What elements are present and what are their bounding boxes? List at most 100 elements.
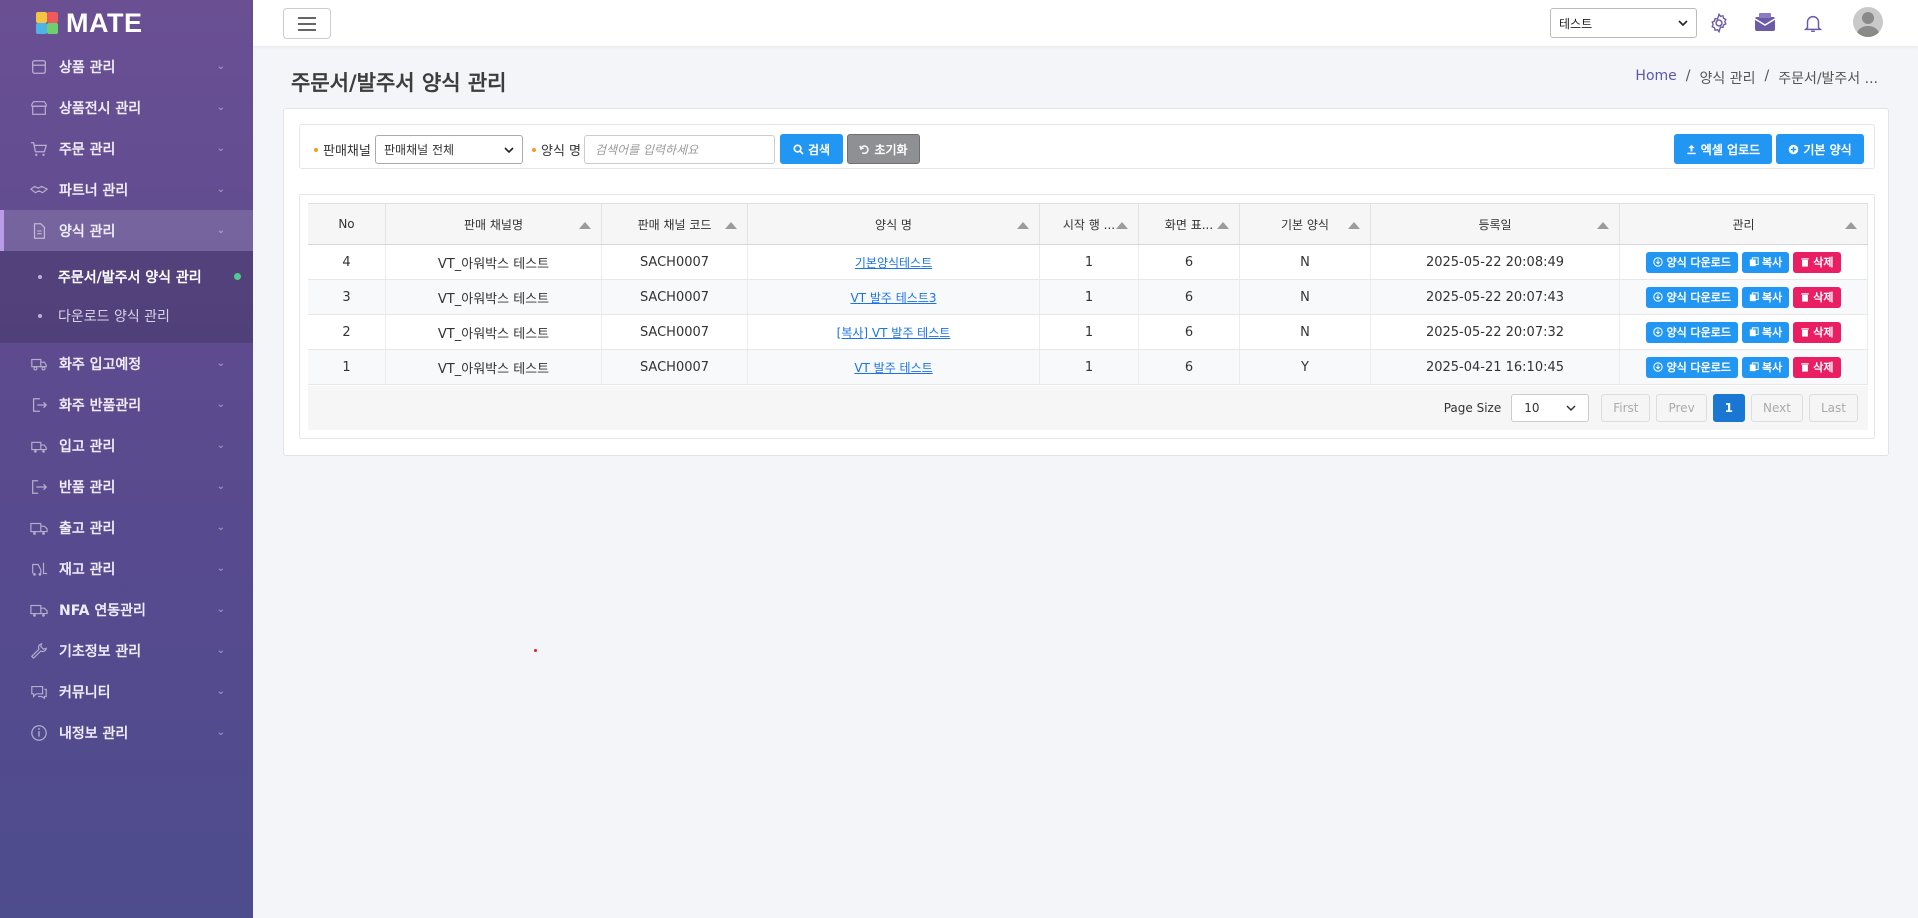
- breadcrumb-home[interactable]: Home: [1635, 68, 1676, 88]
- column-header-8[interactable]: 관리: [1620, 204, 1868, 244]
- default-form-button[interactable]: 기본 양식: [1776, 134, 1864, 164]
- logo-text: MATE: [66, 7, 143, 38]
- sidebar-item-6[interactable]: 화주 반품관리 ⌄: [0, 384, 253, 425]
- sidebar-item-0[interactable]: 상품 관리 ⌄: [0, 46, 253, 87]
- form-name-link[interactable]: 기본양식테스트: [855, 254, 932, 271]
- return-icon: [29, 395, 49, 415]
- download-circle-icon: [1653, 257, 1664, 267]
- sidebar-subitem-1[interactable]: 다운로드 양식 관리: [0, 296, 253, 335]
- trash-icon: [1801, 328, 1810, 337]
- page-size-select[interactable]: 10: [1511, 394, 1590, 422]
- download-form-button[interactable]: 양식 다운로드: [1646, 251, 1739, 273]
- company-select-value: 테스트: [1559, 16, 1593, 31]
- sidebar-item-12[interactable]: 기초정보 관리 ⌄: [0, 630, 253, 671]
- sidebar-item-2[interactable]: 주문 관리 ⌄: [0, 128, 253, 169]
- download-circle-icon: [1653, 327, 1664, 337]
- column-header-6[interactable]: 기본 양식: [1240, 204, 1371, 244]
- avatar[interactable]: [1853, 7, 1883, 37]
- sidebar-item-label: 출고 관리: [59, 520, 116, 537]
- chevron-down-icon: ⌄: [216, 686, 225, 697]
- column-header-3[interactable]: 양식 명: [748, 204, 1040, 244]
- reset-button[interactable]: 초기화: [847, 134, 920, 164]
- first-page-button[interactable]: First: [1601, 394, 1651, 422]
- hamburger-menu-button[interactable]: [283, 8, 331, 39]
- sidebar-item-14[interactable]: 내정보 관리 ⌄: [0, 712, 253, 753]
- cell-start: 1: [1040, 245, 1139, 279]
- breadcrumb-item[interactable]: 양식 관리: [1699, 68, 1755, 88]
- sidebar-item-4[interactable]: 양식 관리 ⌄: [0, 210, 253, 251]
- trash-icon: [1801, 258, 1810, 267]
- copy-button[interactable]: 복사: [1742, 286, 1790, 308]
- search-input[interactable]: 검색어를 입력하세요: [584, 135, 775, 164]
- mailbox-icon[interactable]: [1753, 11, 1777, 35]
- cell-channel: VT_아워박스 테스트: [386, 350, 602, 384]
- cell-channel: VT_아워박스 테스트: [386, 245, 602, 279]
- table-body: 4 VT_아워박스 테스트 SACH0007 기본양식테스트 1 6 N 2025-05-22…: [308, 245, 1868, 385]
- cell-no: 1: [308, 350, 386, 384]
- sidebar-item-8[interactable]: 반품 관리 ⌄: [0, 466, 253, 507]
- download-form-button[interactable]: 양식 다운로드: [1646, 356, 1739, 378]
- column-header-4[interactable]: 시작 행 ...: [1040, 204, 1139, 244]
- company-select[interactable]: 테스트: [1550, 8, 1697, 38]
- form-name-link[interactable]: VT 발주 테스트3: [850, 289, 936, 306]
- sort-icon[interactable]: [1597, 222, 1609, 229]
- sort-icon[interactable]: [1116, 222, 1128, 229]
- sidebar-item-5[interactable]: 화주 입고예정 ⌄: [0, 343, 253, 384]
- channel-select[interactable]: 판매채널 전체: [375, 135, 523, 164]
- truck-link-icon: [29, 600, 49, 620]
- column-header-0[interactable]: No: [308, 204, 386, 244]
- sort-icon[interactable]: [1217, 222, 1229, 229]
- sidebar-item-11[interactable]: NFA 연동관리 ⌄: [0, 589, 253, 630]
- last-page-button[interactable]: Last: [1809, 394, 1858, 422]
- gear-icon[interactable]: [1707, 11, 1731, 35]
- delete-button[interactable]: 삭제: [1793, 286, 1841, 308]
- channel-select-value: 판매채널 전체: [384, 143, 455, 157]
- sort-icon[interactable]: [1348, 222, 1360, 229]
- copy-button[interactable]: 복사: [1742, 356, 1790, 378]
- cell-default: N: [1240, 315, 1371, 349]
- excel-upload-button[interactable]: 엑셀 업로드: [1674, 134, 1772, 164]
- logo[interactable]: MATE: [0, 0, 253, 46]
- copy-button[interactable]: 복사: [1742, 321, 1790, 343]
- delete-button[interactable]: 삭제: [1793, 321, 1841, 343]
- search-button[interactable]: 검색: [780, 134, 843, 164]
- sidebar-item-7[interactable]: 입고 관리 ⌄: [0, 425, 253, 466]
- sidebar-subitem-0[interactable]: 주문서/발주서 양식 관리: [0, 257, 253, 296]
- sidebar-item-label: 화주 입고예정: [59, 356, 142, 373]
- sidebar-item-1[interactable]: 상품전시 관리 ⌄: [0, 87, 253, 128]
- next-page-button[interactable]: Next: [1751, 394, 1803, 422]
- sort-icon[interactable]: [725, 222, 737, 229]
- form-name-link[interactable]: VT 발주 테스트: [854, 359, 932, 376]
- form-name-link[interactable]: [복사] VT 발주 테스트: [837, 324, 951, 341]
- bell-icon[interactable]: [1801, 11, 1825, 35]
- page-button-current[interactable]: 1: [1712, 394, 1746, 422]
- sort-icon[interactable]: [579, 222, 591, 229]
- sidebar-item-label: 상품전시 관리: [59, 100, 142, 117]
- column-header-1[interactable]: 판매 채널명: [386, 204, 602, 244]
- column-header-2[interactable]: 판매 채널 코드: [602, 204, 748, 244]
- sidebar-item-10[interactable]: 재고 관리 ⌄: [0, 548, 253, 589]
- main-card: 판매채널 판매채널 전체 양식 명 검색어를 입력하세요 검색 초기화 엑셀 업…: [283, 108, 1889, 456]
- breadcrumb-current: 주문서/발주서 ...: [1778, 71, 1878, 87]
- column-header-7[interactable]: 등록일: [1371, 204, 1620, 244]
- download-form-button[interactable]: 양식 다운로드: [1646, 321, 1739, 343]
- topbar: 테스트: [253, 0, 1918, 46]
- delete-button[interactable]: 삭제: [1793, 356, 1841, 378]
- sort-icon[interactable]: [1017, 222, 1029, 229]
- cell-code: SACH0007: [602, 315, 748, 349]
- page-size-label: Page Size: [1443, 401, 1502, 415]
- bullet-icon: [38, 313, 42, 318]
- plus-circle-icon: [1789, 144, 1799, 154]
- sidebar-item-3[interactable]: 파트너 관리 ⌄: [0, 169, 253, 210]
- sidebar-item-13[interactable]: 커뮤니티 ⌄: [0, 671, 253, 712]
- copy-button[interactable]: 복사: [1742, 251, 1790, 273]
- sidebar-item-9[interactable]: 출고 관리 ⌄: [0, 507, 253, 548]
- prev-page-button[interactable]: Prev: [1656, 394, 1707, 422]
- delete-button[interactable]: 삭제: [1793, 251, 1841, 273]
- sort-icon[interactable]: [1845, 222, 1857, 229]
- chevron-down-icon: [1566, 405, 1576, 412]
- column-header-5[interactable]: 화면 표...: [1139, 204, 1240, 244]
- chat-icon: [29, 682, 49, 702]
- download-form-button[interactable]: 양식 다운로드: [1646, 286, 1739, 308]
- table-header: No 판매 채널명 판매 채널 코드 양식 명 시작 행 ... 화면 표... 기본 양식…: [308, 203, 1868, 245]
